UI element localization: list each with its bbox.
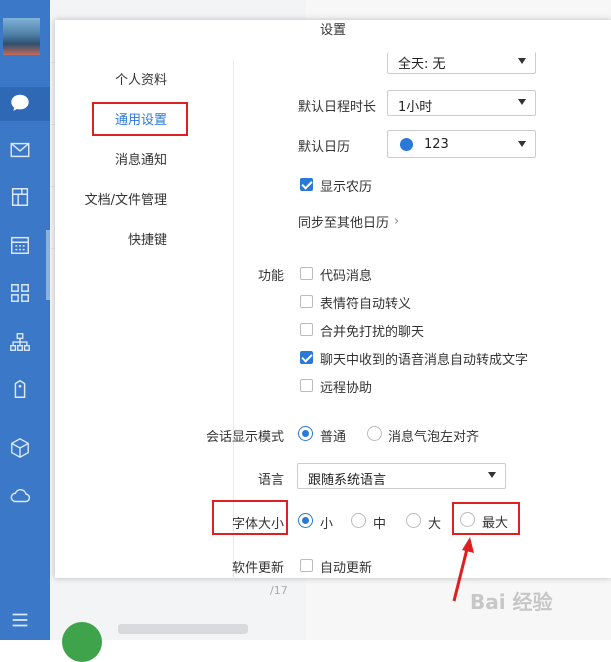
chevron-down-icon — [518, 99, 526, 105]
mail-icon[interactable] — [6, 138, 34, 162]
calendar-select[interactable]: 123 — [387, 130, 536, 158]
sidebar-scrollbar[interactable] — [46, 230, 50, 300]
emoji-escape-checkbox[interactable] — [300, 295, 313, 308]
display-mode-normal-label: 普通 — [320, 430, 347, 445]
font-size-small-label: 小 — [320, 517, 334, 532]
display-mode-bubble-label: 消息气泡左对齐 — [388, 430, 480, 445]
chevron-down-icon — [488, 472, 496, 478]
conversation-avatar — [62, 622, 102, 662]
language-select[interactable]: 跟随系统语言 — [297, 463, 506, 489]
org-chart-icon[interactable] — [6, 330, 34, 354]
display-mode-normal-radio[interactable] — [298, 426, 313, 441]
chevron-down-icon — [518, 58, 526, 64]
duration-label: 默认日程时长 — [298, 100, 377, 115]
voice-to-text-label: 聊天中收到的语音消息自动转成文字 — [320, 353, 529, 368]
lunar-checkbox[interactable] — [300, 178, 313, 191]
font-size-small-radio[interactable] — [298, 513, 313, 528]
font-size-medium-radio[interactable] — [351, 513, 366, 528]
font-size-medium-label: 中 — [373, 517, 387, 532]
settings-dialog: 设置 个人资料 通用设置 消息通知 文档/文件管理 快捷键 全天: 无 默认日程… — [55, 20, 611, 580]
language-label: 语言 — [258, 473, 285, 488]
merge-muted-label: 合并免打扰的聊天 — [320, 325, 425, 340]
font-size-largest-radio[interactable] — [460, 512, 475, 527]
font-size-large-label: 大 — [428, 517, 442, 532]
font-size-largest-label: 最大 — [482, 516, 509, 531]
calendar-select-value: 123 — [424, 137, 449, 152]
conversation-preview-text — [118, 624, 248, 634]
nav-item-notifications[interactable]: 消息通知 — [55, 149, 167, 168]
chevron-down-icon — [518, 141, 526, 147]
chat-icon[interactable] — [6, 91, 34, 115]
font-size-label: 字体大小 — [232, 517, 285, 532]
all-day-select[interactable]: 全天: 无 — [387, 52, 536, 74]
cloud-icon[interactable] — [6, 484, 34, 508]
workspace-icon[interactable] — [6, 185, 34, 209]
duration-select[interactable]: 1小时 — [387, 90, 536, 116]
nav-highlight-box — [92, 102, 188, 136]
all-day-select-value: 全天: 无 — [398, 57, 446, 72]
apps-grid-icon[interactable] — [6, 281, 34, 305]
merge-muted-checkbox[interactable] — [300, 323, 313, 336]
features-label: 功能 — [258, 269, 285, 284]
code-message-label: 代码消息 — [320, 269, 373, 284]
sync-calendars-link[interactable]: 同步至其他日历 — [298, 212, 389, 231]
auto-update-checkbox[interactable] — [300, 559, 313, 572]
nav-item-shortcuts[interactable]: 快捷键 — [55, 229, 167, 248]
lunar-label: 显示农历 — [320, 180, 373, 195]
tag-icon[interactable] — [6, 377, 34, 401]
watermark-logo: Bai 经验 — [470, 590, 553, 614]
menu-icon[interactable] — [6, 608, 34, 632]
calendar-color-dot — [400, 138, 413, 151]
software-update-label: 软件更新 — [232, 561, 285, 576]
emoji-escape-label: 表情符自动转义 — [320, 297, 412, 312]
nav-item-files[interactable]: 文档/文件管理 — [55, 189, 167, 208]
remote-assist-label: 远程协助 — [320, 381, 373, 396]
cube-icon[interactable] — [6, 436, 34, 460]
conversation-date: /17 — [270, 584, 288, 597]
remote-assist-checkbox[interactable] — [300, 379, 313, 392]
nav-item-profile[interactable]: 个人资料 — [55, 69, 167, 88]
avatar[interactable] — [3, 18, 40, 55]
dialog-title: 设置 — [319, 23, 346, 38]
auto-update-label: 自动更新 — [320, 561, 373, 576]
display-mode-label: 会话显示模式 — [206, 430, 285, 445]
voice-to-text-checkbox[interactable] — [300, 351, 313, 364]
duration-select-value: 1小时 — [398, 100, 433, 115]
calendar-icon[interactable] — [6, 233, 34, 257]
code-message-checkbox[interactable] — [300, 267, 313, 280]
chevron-right-icon: › — [394, 214, 400, 229]
font-size-large-radio[interactable] — [406, 513, 421, 528]
display-mode-bubble-radio[interactable] — [367, 426, 382, 441]
language-select-value: 跟随系统语言 — [308, 473, 387, 488]
calendar-label: 默认日历 — [298, 140, 351, 155]
